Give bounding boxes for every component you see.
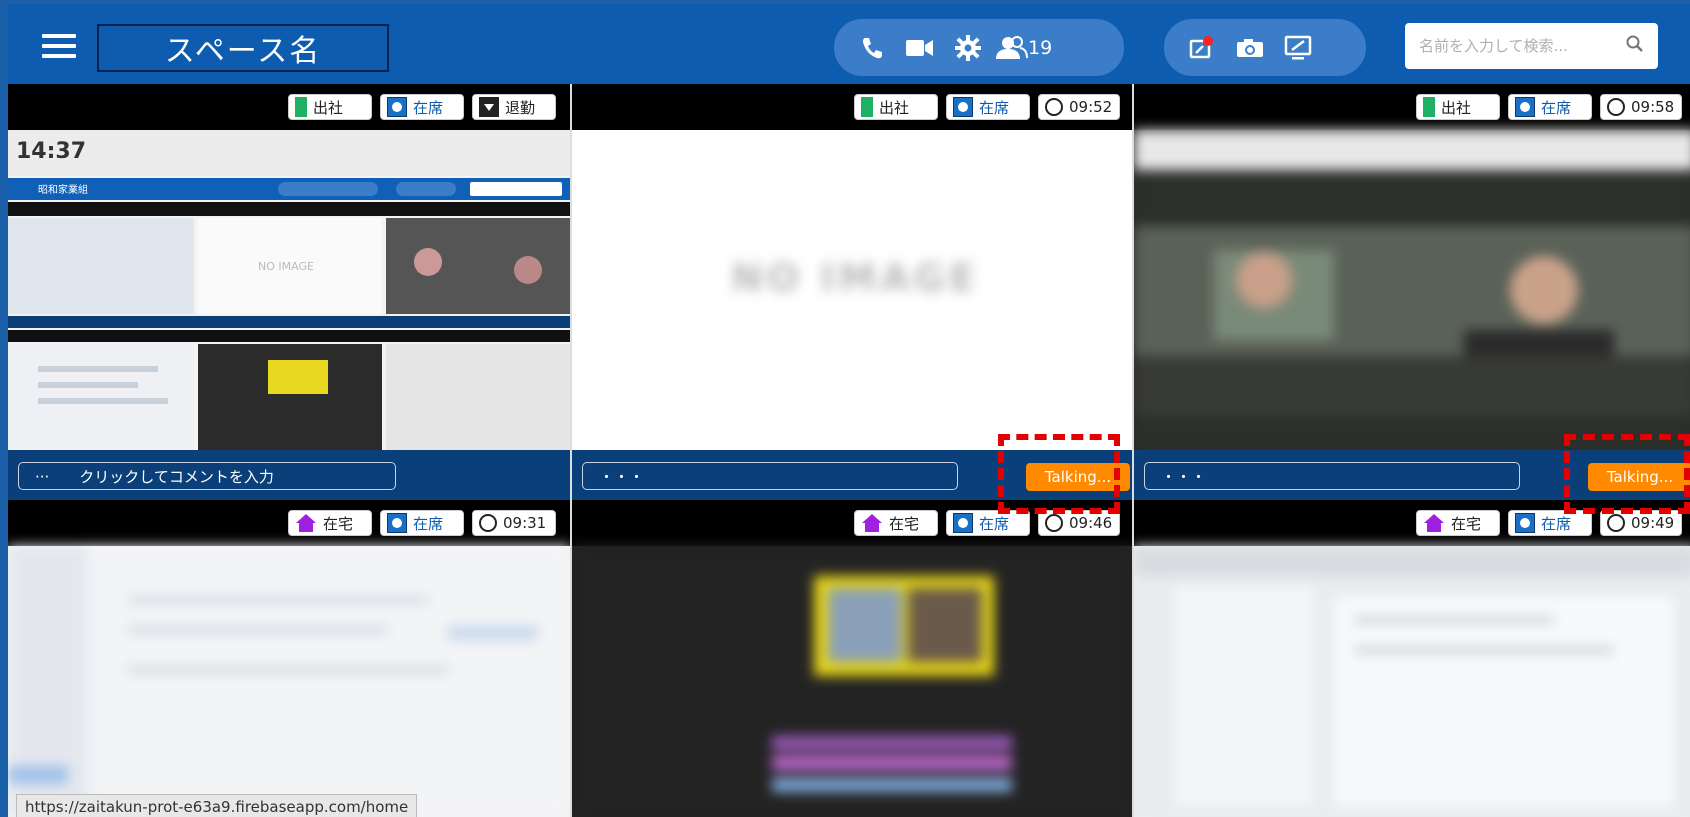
building-icon	[295, 97, 307, 117]
screen-preview[interactable]	[572, 546, 1132, 817]
tile-status-bar: 在宅 在席 09:31	[8, 500, 570, 546]
building-icon	[861, 97, 873, 117]
building-icon	[1423, 97, 1435, 117]
tile-status-bar: 出社 在席 09:52	[572, 84, 1132, 130]
tile-status-bar: 在宅 在席 09:49	[1134, 500, 1690, 546]
app-frame: スペース名 19 名前を入力して検索... 出社 在席 退勤 14:37 昭和家…	[8, 4, 1690, 817]
status-badge-time[interactable]: 09:46	[1038, 510, 1120, 536]
status-badge-zaiseki[interactable]: 在席	[946, 510, 1030, 536]
search-box	[1405, 23, 1658, 69]
member-tile[interactable]: 出社 在席 09:52 NO IMAGE ・・・ Talking...	[570, 84, 1132, 500]
person-icon	[1515, 513, 1535, 533]
phone-icon[interactable]	[848, 26, 896, 70]
monitor-icon[interactable]	[1274, 26, 1322, 70]
exit-icon	[479, 97, 499, 117]
users-icon[interactable]	[992, 26, 1032, 70]
status-badge-time[interactable]: 09:58	[1600, 94, 1682, 120]
clock-icon	[479, 514, 497, 532]
member-tile[interactable]: 出社 在席 退勤 14:37 昭和家業組 NO IMAGE ··· クリックして…	[8, 84, 570, 500]
member-tile[interactable]: 在宅 在席 09:46	[570, 500, 1132, 817]
screen-thumbnail: 14:37 昭和家業組 NO IMAGE	[8, 130, 570, 450]
screen-preview[interactable]	[1134, 130, 1690, 450]
status-badge-time[interactable]: 09:52	[1038, 94, 1120, 120]
status-badge-zaiseki[interactable]: 在席	[1508, 94, 1592, 120]
person-icon	[1515, 97, 1535, 117]
member-tile[interactable]: 出社 在席 09:58 ・・・ Talking...	[1132, 84, 1690, 500]
status-badge-shussha[interactable]: 出社	[854, 94, 938, 120]
video-call-thumbnail	[1134, 130, 1690, 450]
clock-icon	[1607, 514, 1625, 532]
status-badge-zaiseki[interactable]: 在席	[1508, 510, 1592, 536]
status-badge-zaiseki[interactable]: 在席	[380, 510, 464, 536]
status-url: https://zaitakun-prot-e63a9.firebaseapp.…	[16, 794, 418, 817]
search-input[interactable]	[1419, 37, 1619, 55]
participants-count: 19	[1028, 36, 1053, 59]
clock-icon	[1045, 98, 1063, 116]
screen-preview[interactable]: NO IMAGE	[572, 130, 1132, 450]
tile-status-bar: 出社 在席 退勤	[8, 84, 570, 130]
call-controls: 19	[834, 19, 1124, 76]
status-badge-zaitaku[interactable]: 在宅	[854, 510, 938, 536]
clock-icon	[1045, 514, 1063, 532]
gear-icon[interactable]	[944, 26, 992, 70]
share-controls	[1164, 19, 1366, 76]
status-badge-shussha[interactable]: 出社	[288, 94, 372, 120]
screen-preview[interactable]	[1134, 546, 1690, 817]
tile-status-bar: 出社 在席 09:58	[1134, 84, 1690, 130]
status-badge-zaiseki[interactable]: 在席	[380, 94, 464, 120]
person-icon	[953, 97, 973, 117]
search-icon[interactable]	[1626, 35, 1644, 58]
screen-preview[interactable]: 14:37 昭和家業組 NO IMAGE	[8, 130, 570, 450]
member-tile[interactable]: 在宅 在席 09:31	[8, 500, 570, 817]
comment-input[interactable]: ・・・	[582, 462, 958, 490]
thumbnail-no-image: NO IMAGE	[258, 260, 314, 273]
person-icon	[387, 97, 407, 117]
status-badge-time[interactable]: 09:31	[472, 510, 556, 536]
person-icon	[953, 513, 973, 533]
status-badge-zaiseki[interactable]: 在席	[946, 94, 1030, 120]
comment-bar: ・・・ Talking...	[572, 450, 1132, 500]
screen-thumbnail	[1134, 546, 1690, 817]
screen-share-alert-icon[interactable]	[1178, 26, 1226, 70]
thumbnail-title: 昭和家業組	[38, 183, 88, 196]
clock-icon	[1607, 98, 1625, 116]
header: スペース名 19	[8, 4, 1690, 84]
screen-thumbnail	[8, 546, 570, 817]
video-editor-thumbnail	[572, 546, 1132, 817]
comment-input[interactable]: ・・・	[1144, 462, 1520, 490]
video-camera-icon[interactable]	[896, 26, 944, 70]
comment-bar: ··· クリックしてコメントを入力	[8, 450, 570, 500]
home-icon	[1423, 512, 1445, 534]
home-icon	[295, 512, 317, 534]
status-badge-time[interactable]: 09:49	[1600, 510, 1682, 536]
status-badge-shussha[interactable]: 出社	[1416, 94, 1500, 120]
space-name: スペース名	[97, 24, 389, 72]
thumbnail-clock: 14:37	[16, 139, 86, 164]
home-icon	[861, 512, 883, 534]
status-badge-taikin[interactable]: 退勤	[472, 94, 556, 120]
person-icon	[387, 513, 407, 533]
tile-status-bar: 在宅 在席 09:46	[572, 500, 1132, 546]
menu-icon[interactable]	[42, 34, 76, 58]
screen-preview[interactable]	[8, 546, 570, 817]
talking-badge: Talking...	[1026, 463, 1130, 491]
member-tile[interactable]: 在宅 在席 09:49	[1132, 500, 1690, 817]
status-badge-zaitaku[interactable]: 在宅	[288, 510, 372, 536]
status-badge-zaitaku[interactable]: 在宅	[1416, 510, 1500, 536]
talking-badge: Talking...	[1588, 463, 1690, 491]
no-image-placeholder: NO IMAGE	[731, 256, 979, 300]
camera-icon[interactable]	[1226, 26, 1274, 70]
comment-bar: ・・・ Talking...	[1134, 450, 1690, 500]
comment-input[interactable]: ··· クリックしてコメントを入力	[18, 462, 396, 490]
